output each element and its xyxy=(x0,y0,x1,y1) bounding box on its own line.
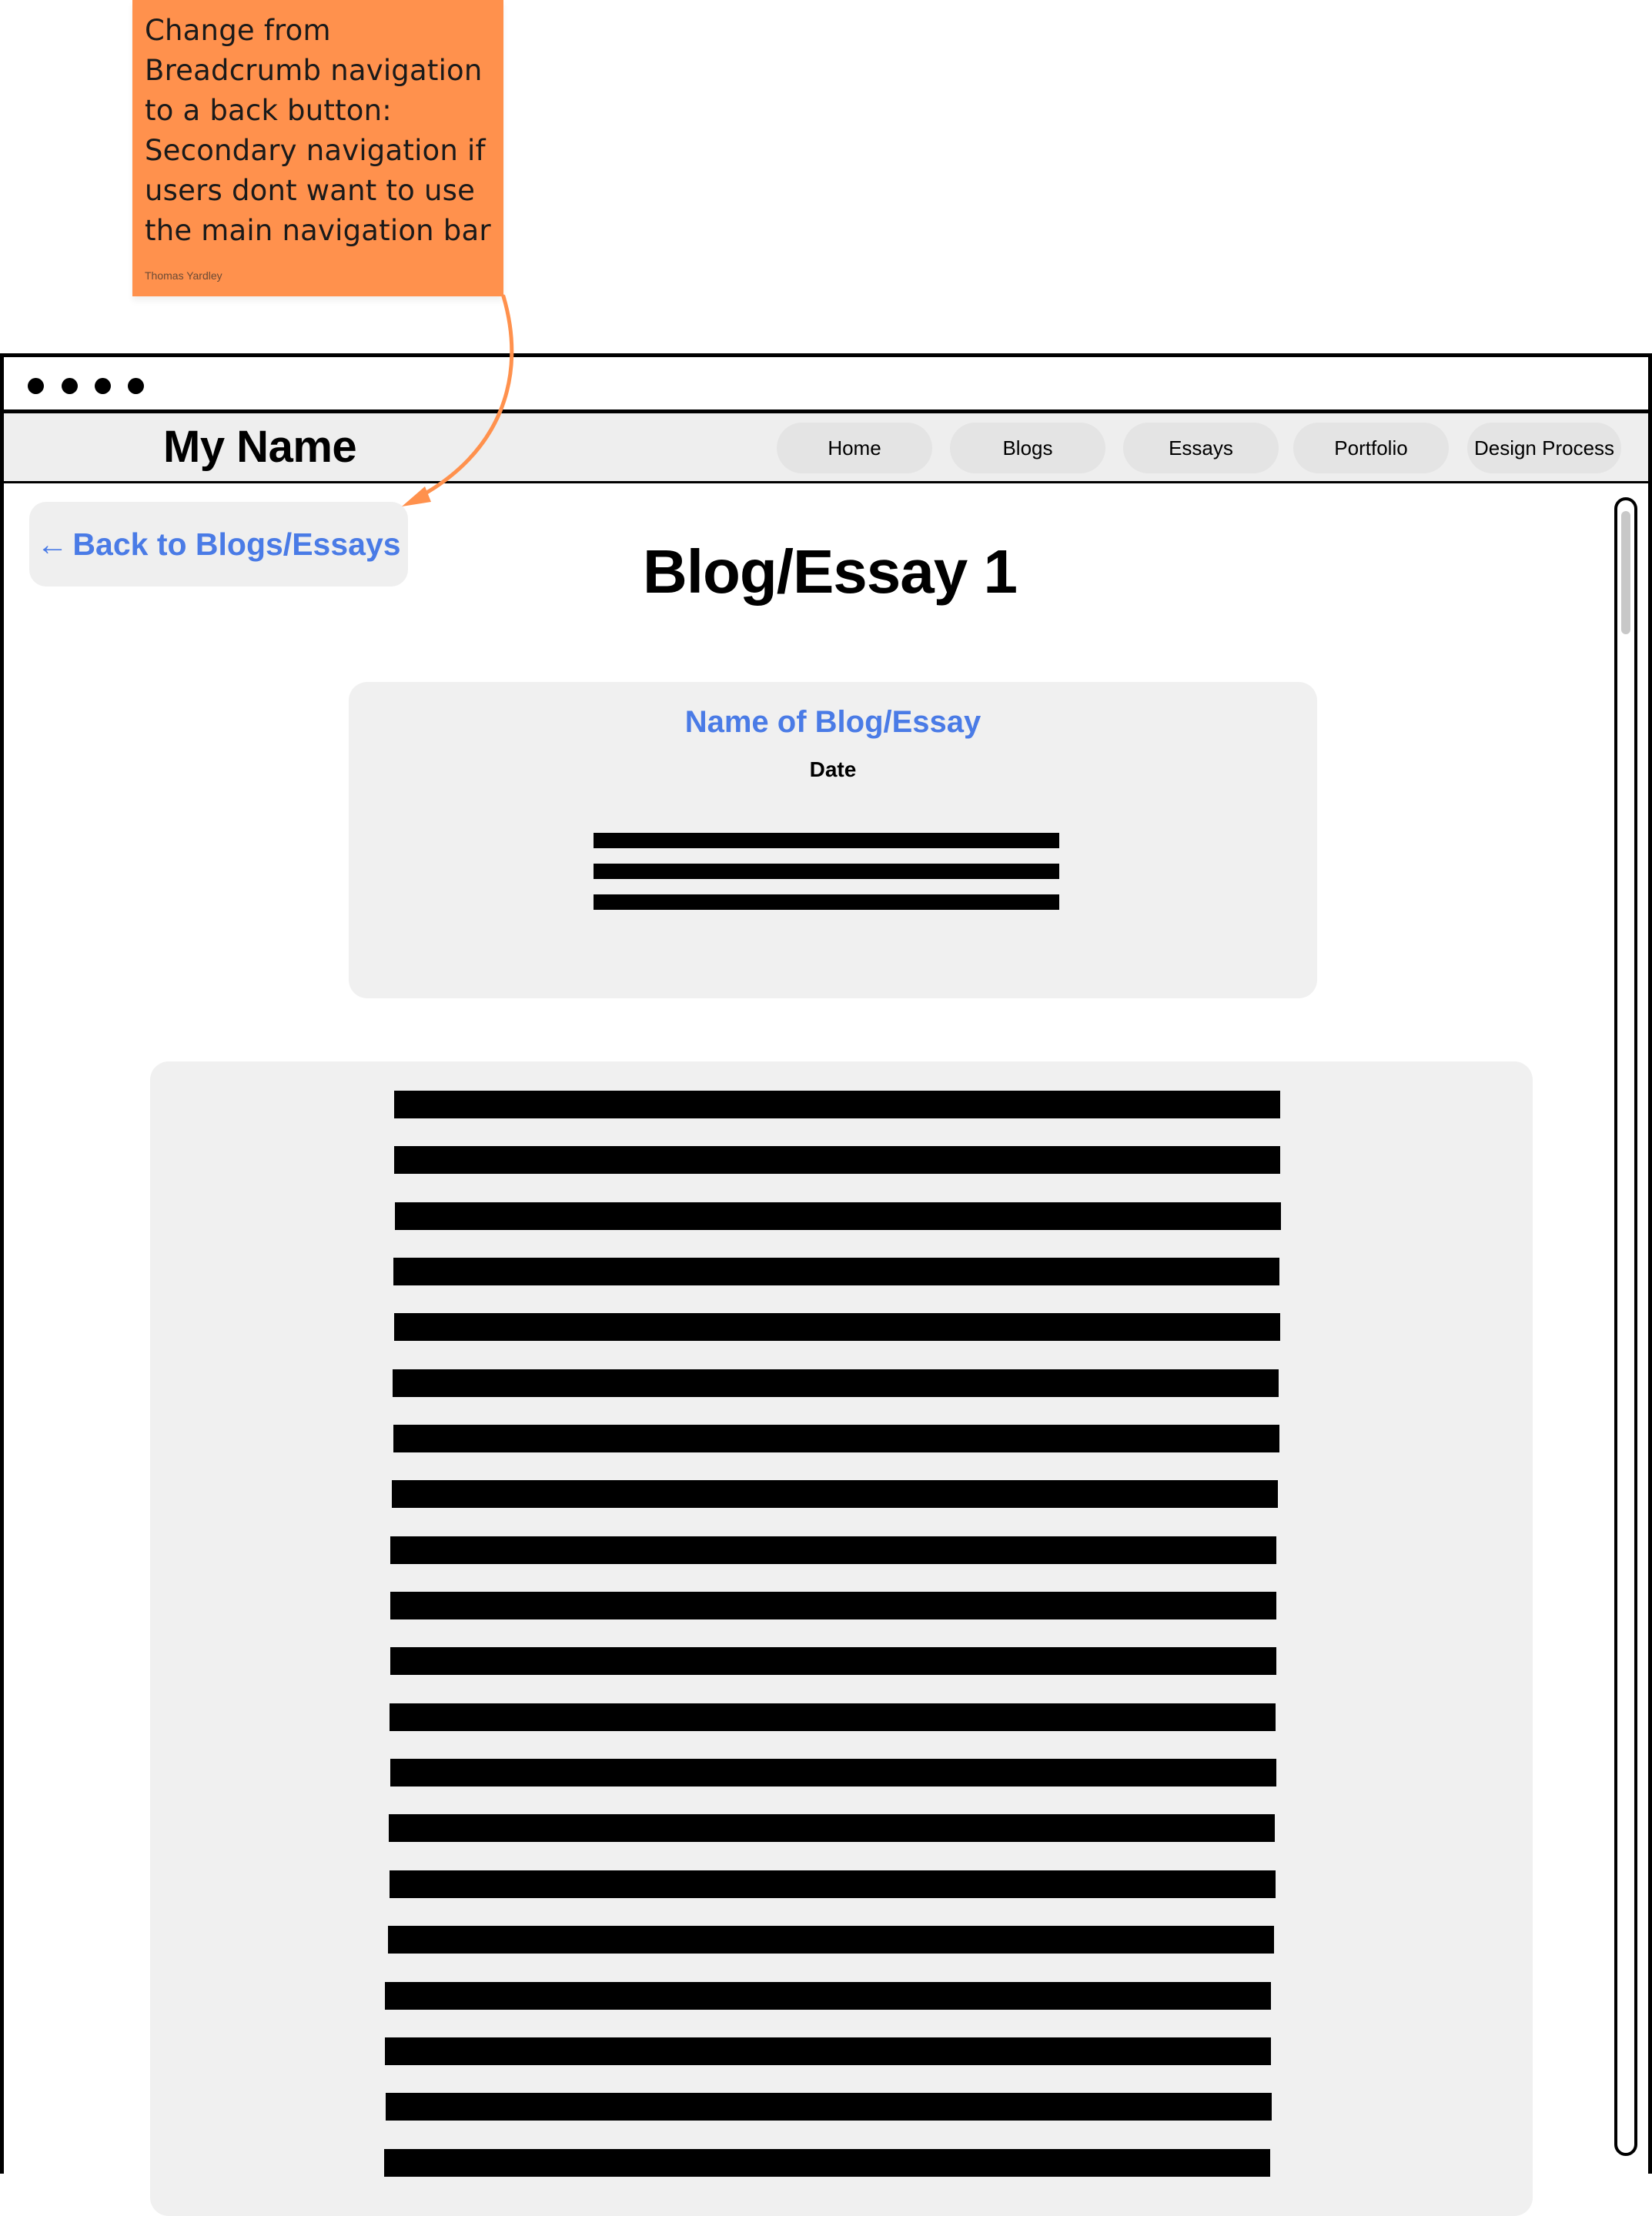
body-placeholder-line xyxy=(394,1091,1280,1118)
summary-placeholder-line xyxy=(594,864,1059,879)
site-title[interactable]: My Name xyxy=(163,418,357,476)
annotation-note: Change from Breadcrumb navigation to a b… xyxy=(132,0,503,296)
body-placeholder-line xyxy=(385,1982,1271,2010)
body-placeholder-line xyxy=(390,1870,1276,1898)
annotation-line: Breadcrumb navigation xyxy=(145,54,483,87)
browser-title-bar xyxy=(4,357,1648,413)
body-placeholder-line xyxy=(390,1703,1276,1731)
window-dot-icon xyxy=(62,378,78,394)
body-placeholder-line xyxy=(389,1814,1275,1842)
scrollbar-thumb[interactable] xyxy=(1621,511,1630,634)
body-placeholder-line xyxy=(384,2149,1270,2177)
summary-placeholder-line xyxy=(594,894,1059,910)
window-dot-icon xyxy=(28,378,44,394)
body-placeholder-line xyxy=(395,1202,1281,1230)
body-placeholder-line xyxy=(394,1313,1280,1341)
page-content: ← Back to Blogs/Essays Blog/Essay 1 Name… xyxy=(4,483,1648,2216)
summary-placeholder-line xyxy=(594,833,1059,848)
annotation-text: Change from Breadcrumb navigation to a b… xyxy=(145,11,491,251)
site-navbar: My Name Home Blogs Essays Portfolio Desi… xyxy=(4,413,1648,483)
blog-info-card: Name of Blog/Essay Date xyxy=(349,682,1317,998)
body-placeholder-line xyxy=(390,1592,1276,1619)
annotation-line: users dont want to use xyxy=(145,174,476,207)
annotation-line: Secondary navigation if xyxy=(145,134,486,167)
body-placeholder-line xyxy=(390,1647,1276,1675)
body-placeholder-line xyxy=(394,1146,1280,1174)
annotation-line: Change from xyxy=(145,14,331,47)
blog-date: Date xyxy=(809,757,857,781)
body-placeholder-line xyxy=(393,1369,1279,1397)
vertical-scrollbar[interactable] xyxy=(1614,497,1637,2156)
body-placeholder-line xyxy=(390,1759,1276,1787)
blog-name: Name of Blog/Essay xyxy=(684,705,982,739)
nav-design-process[interactable]: Design Process xyxy=(1467,423,1621,473)
body-placeholder-line xyxy=(390,1536,1276,1564)
annotation-author: Thomas Yardley xyxy=(145,269,222,282)
body-placeholder-line xyxy=(388,1926,1274,1954)
nav-home[interactable]: Home xyxy=(777,423,932,473)
nav-essays[interactable]: Essays xyxy=(1123,423,1279,473)
annotation-line: to a back button: xyxy=(145,94,392,127)
window-dot-icon xyxy=(95,378,111,394)
blog-body-card xyxy=(150,1061,1533,2216)
window-dot-icon xyxy=(128,378,144,394)
body-placeholder-line xyxy=(385,2037,1271,2065)
annotation-line: the main navigation bar xyxy=(145,214,491,247)
body-placeholder-line xyxy=(392,1480,1278,1508)
nav-blogs[interactable]: Blogs xyxy=(950,423,1105,473)
nav-portfolio[interactable]: Portfolio xyxy=(1293,423,1449,473)
body-placeholder-line xyxy=(386,2093,1272,2121)
page-title: Blog/Essay 1 xyxy=(642,537,1018,606)
body-placeholder-line xyxy=(393,1258,1279,1285)
browser-window: My Name Home Blogs Essays Portfolio Desi… xyxy=(0,353,1652,2216)
body-placeholder-line xyxy=(393,1425,1279,1452)
